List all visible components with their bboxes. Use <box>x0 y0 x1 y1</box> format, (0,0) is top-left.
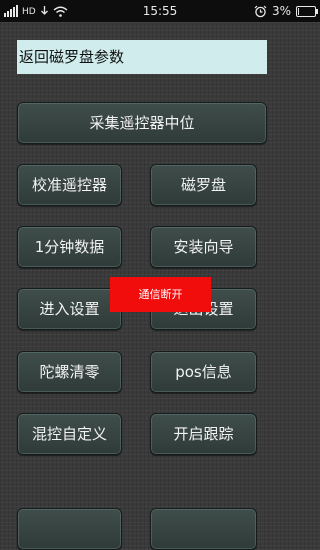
connection-lost-toast: 通信断开 <box>110 277 211 312</box>
battery-level-fill <box>298 7 299 15</box>
return-compass-params-field[interactable]: 返回磁罗盘参数 <box>17 40 267 74</box>
status-right-group: 3% <box>254 3 318 19</box>
pos-info-button[interactable]: pos信息 <box>150 351 257 393</box>
enter-settings-button[interactable]: 进入设置 <box>17 288 122 330</box>
gyro-zero-button[interactable]: 陀螺清零 <box>17 351 122 393</box>
collect-remote-center-button[interactable]: 采集遥控器中位 <box>17 102 267 144</box>
start-tracking-button[interactable]: 开启跟踪 <box>150 413 257 455</box>
battery-percent: 3% <box>271 4 291 18</box>
calibrate-remote-button[interactable]: 校准遥控器 <box>17 164 122 206</box>
partial-button-left[interactable] <box>17 508 122 550</box>
status-bar: HD 15:55 3% <box>0 0 320 22</box>
install-guide-button[interactable]: 安装向导 <box>150 226 257 268</box>
alarm-icon <box>254 5 267 17</box>
compass-button[interactable]: 磁罗盘 <box>150 164 257 206</box>
battery-icon <box>296 5 318 17</box>
partial-button-right[interactable] <box>150 508 257 550</box>
mix-custom-button[interactable]: 混控自定义 <box>17 413 122 455</box>
one-minute-data-button[interactable]: 1分钟数据 <box>17 226 122 268</box>
